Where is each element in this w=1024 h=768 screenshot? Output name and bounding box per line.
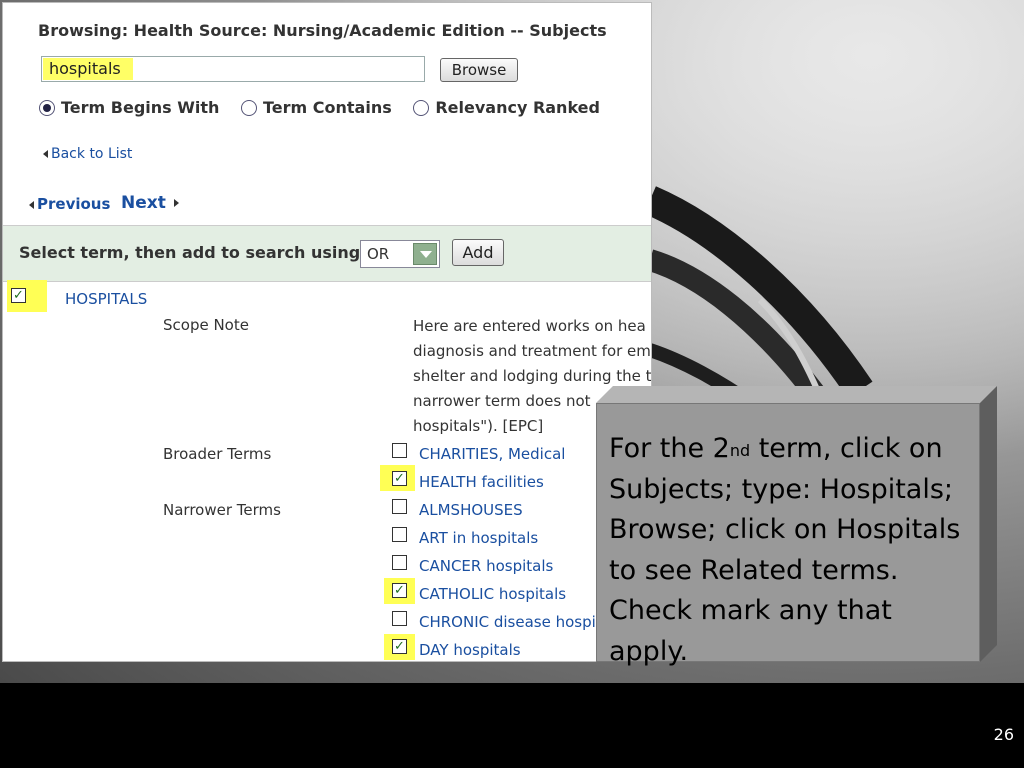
triangle-right-icon bbox=[173, 199, 179, 207]
chevron-down-icon[interactable] bbox=[413, 243, 437, 265]
search-input[interactable]: hospitals bbox=[41, 56, 425, 82]
instruction-callout: For the 2nd term, click on Subjects; typ… bbox=[596, 386, 1001, 667]
next-link[interactable]: Next bbox=[121, 193, 179, 213]
search-input-value: hospitals bbox=[43, 58, 133, 80]
checkbox-charities-medical[interactable] bbox=[392, 443, 407, 458]
term-chronic-disease-hospitals-link[interactable]: CHRONIC disease hospit bbox=[419, 613, 602, 631]
boolean-operator-select[interactable]: OR bbox=[360, 240, 440, 268]
callout-face: For the 2nd term, click on Subjects; typ… bbox=[596, 403, 980, 667]
previous-link[interactable]: Previous bbox=[29, 195, 110, 213]
radio-selected-icon[interactable] bbox=[39, 99, 55, 116]
checkbox-chronic-disease-hospitals[interactable] bbox=[392, 611, 407, 626]
term-art-in-hospitals-link[interactable]: ART in hospitals bbox=[419, 529, 538, 547]
checkbox-art-in-hospitals[interactable] bbox=[392, 527, 407, 542]
radio-unselected-icon[interactable] bbox=[413, 99, 430, 116]
checkbox-cancer-hospitals[interactable] bbox=[392, 555, 407, 570]
browse-subjects-screenshot: Browsing: Health Source: Nursing/Academi… bbox=[2, 2, 652, 662]
checkbox-almshouses[interactable] bbox=[392, 499, 407, 514]
add-to-search-bar: Select term, then add to search using: O… bbox=[3, 225, 651, 282]
term-day-hospitals-link[interactable]: DAY hospitals bbox=[419, 641, 521, 659]
radio-unselected-icon[interactable] bbox=[241, 99, 257, 116]
scope-note-label: Scope Note bbox=[163, 316, 249, 334]
back-to-list-link[interactable]: Back to List bbox=[43, 146, 132, 162]
radio-term-contains[interactable]: Term Contains bbox=[241, 98, 392, 117]
narrower-terms-label: Narrower Terms bbox=[163, 501, 281, 519]
term-catholic-hospitals-link[interactable]: CATHOLIC hospitals bbox=[419, 585, 566, 603]
checkbox-health-facilities[interactable]: ✓ bbox=[392, 471, 407, 486]
checkbox-hospitals[interactable]: ✓ bbox=[11, 288, 26, 303]
checkbox-catholic-hospitals[interactable]: ✓ bbox=[392, 583, 407, 598]
slide-number: 26 bbox=[993, 725, 1014, 744]
broader-terms-label: Broader Terms bbox=[163, 445, 272, 463]
term-charities-medical-link[interactable]: CHARITIES, Medical bbox=[419, 445, 565, 463]
select-term-label: Select term, then add to search using: bbox=[19, 243, 367, 262]
callout-bevel-side bbox=[980, 386, 997, 662]
browse-mode-radio-group: Term Begins With Term Contains Relevancy… bbox=[39, 98, 616, 120]
term-health-facilities-link[interactable]: HEALTH facilities bbox=[419, 473, 544, 491]
triangle-left-icon bbox=[29, 200, 34, 209]
browse-button[interactable]: Browse bbox=[440, 58, 518, 82]
term-hospitals-link[interactable]: HOSPITALS bbox=[65, 290, 147, 308]
operator-value: OR bbox=[367, 245, 390, 263]
callout-text: For the 2nd term, click on Subjects; typ… bbox=[609, 433, 961, 667]
add-button[interactable]: Add bbox=[452, 239, 504, 266]
radio-relevancy-ranked[interactable]: Relevancy Ranked bbox=[413, 98, 600, 117]
radio-term-begins-with[interactable]: Term Begins With bbox=[39, 98, 219, 117]
triangle-left-icon bbox=[43, 150, 48, 158]
term-cancer-hospitals-link[interactable]: CANCER hospitals bbox=[419, 557, 553, 575]
checkbox-day-hospitals[interactable]: ✓ bbox=[392, 639, 407, 654]
callout-bevel-top bbox=[596, 386, 997, 403]
term-almshouses-link[interactable]: ALMSHOUSES bbox=[419, 501, 523, 519]
page-title: Browsing: Health Source: Nursing/Academi… bbox=[38, 21, 607, 40]
